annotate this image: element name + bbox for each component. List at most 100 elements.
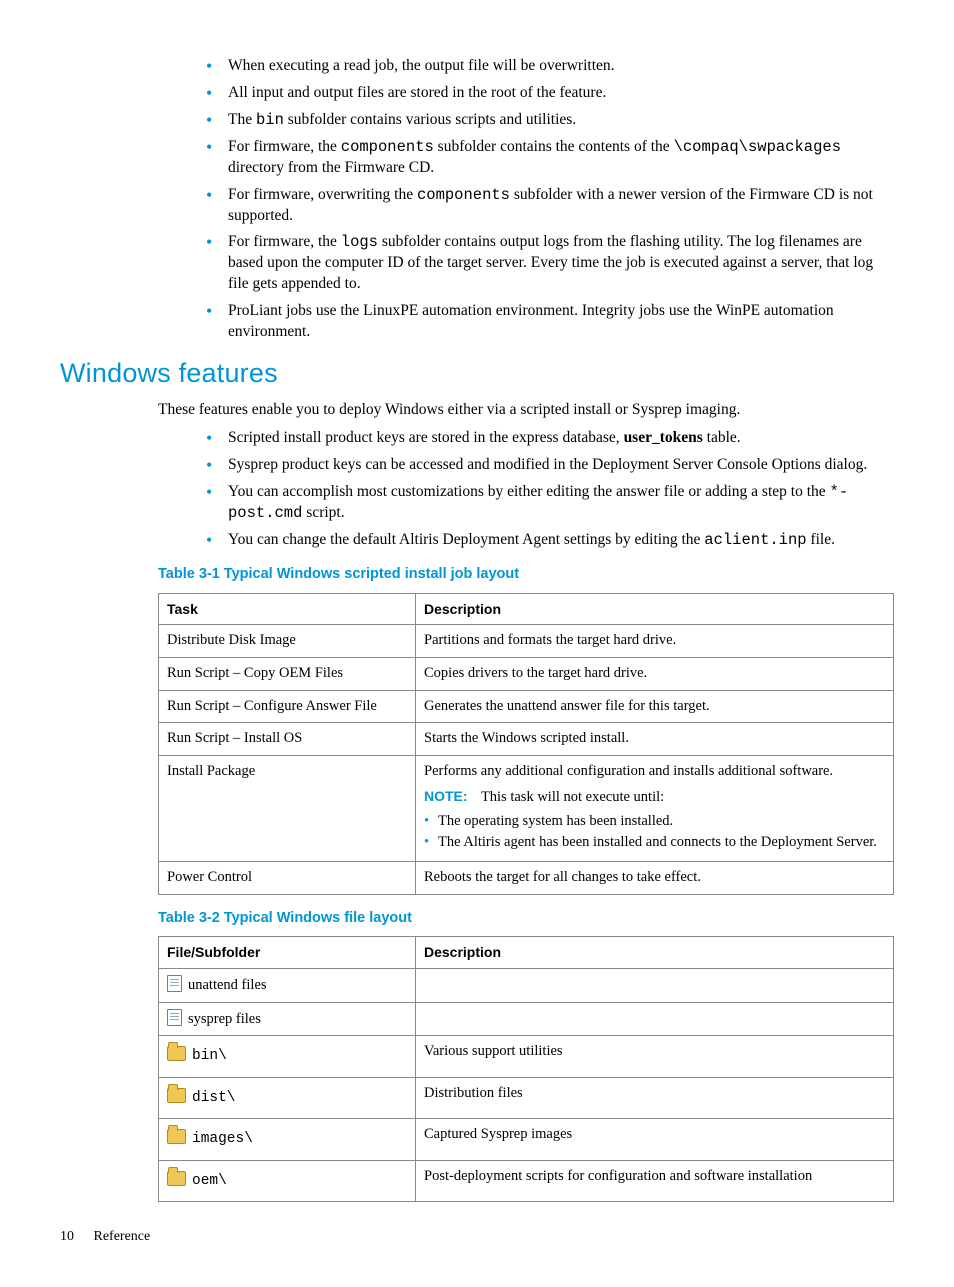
text-segment: aclient.inp	[704, 531, 806, 549]
text-segment: You can accomplish most customizations b…	[228, 483, 830, 500]
table-header: Description	[416, 593, 894, 625]
list-item: When executing a read job, the output fi…	[192, 56, 894, 77]
task-cell: Power Control	[159, 861, 416, 894]
text-segment: For firmware, overwriting the	[228, 186, 417, 203]
text-segment: bin	[256, 111, 284, 129]
list-item: All input and output files are stored in…	[192, 83, 894, 104]
task-cell: Distribute Disk Image	[159, 625, 416, 658]
table-header: File/Subfolder	[159, 937, 416, 969]
list-item: The bin subfolder contains various scrip…	[192, 110, 894, 131]
table-row: Power Control Reboots the target for all…	[159, 861, 894, 894]
table-row: Run Script – Configure Answer FileGenera…	[159, 690, 894, 723]
section-intro-paragraph: These features enable you to deploy Wind…	[158, 400, 894, 421]
page-footer: 10 Reference	[60, 1228, 894, 1247]
text-segment: components	[341, 138, 434, 156]
file-cell: images\	[159, 1119, 416, 1161]
text-segment: For firmware, the	[228, 138, 341, 155]
list-item: For firmware, the components subfolder c…	[192, 137, 894, 179]
folder-icon	[167, 1046, 186, 1061]
list-item: Sysprep product keys can be accessed and…	[192, 455, 894, 476]
section-bullet-list: Scripted install product keys are stored…	[158, 428, 894, 551]
text-segment: You can change the default Altiris Deplo…	[228, 531, 704, 548]
note-block: NOTE: This task will not execute until:	[424, 787, 885, 808]
task-cell: Install Package	[159, 755, 416, 861]
note-sublist: The operating system has been installed.…	[424, 812, 885, 853]
desc-cell: Partitions and formats the target hard d…	[416, 625, 894, 658]
table-row: unattend files	[159, 969, 894, 1003]
desc-cell: Starts the Windows scripted install.	[416, 723, 894, 756]
file-cell: unattend files	[159, 969, 416, 1003]
table-header: Description	[416, 937, 894, 969]
list-item: Scripted install product keys are stored…	[192, 428, 894, 449]
desc-cell: Various support utilities	[416, 1036, 894, 1078]
footer-section: Reference	[94, 1229, 151, 1244]
text-segment: directory from the Firmware CD.	[228, 159, 434, 176]
table-row: oem\ Post-deployment scripts for configur…	[159, 1160, 894, 1202]
task-cell: Run Script – Configure Answer File	[159, 690, 416, 723]
table-header-row: File/Subfolder Description	[159, 937, 894, 969]
task-cell: Run Script – Install OS	[159, 723, 416, 756]
file-cell: bin\	[159, 1036, 416, 1078]
text-segment: logs	[341, 233, 378, 251]
table-file-layout: File/Subfolder Description unattend file…	[158, 936, 894, 1202]
table-row: bin\ Various support utilities	[159, 1036, 894, 1078]
list-item: For firmware, overwriting the components…	[192, 185, 894, 227]
text-segment: script.	[302, 504, 344, 521]
file-name: bin\	[192, 1048, 227, 1064]
list-item: The Altiris agent has been installed and…	[424, 833, 885, 853]
file-name: oem\	[192, 1173, 227, 1189]
table-row: Distribute Disk ImagePartitions and form…	[159, 625, 894, 658]
task-cell: Run Script – Copy OEM Files	[159, 658, 416, 691]
note-label: NOTE:	[424, 788, 468, 804]
file-cell: sysprep files	[159, 1002, 416, 1036]
folder-icon	[167, 1088, 186, 1103]
text-segment: subfolder contains various scripts and u…	[284, 111, 576, 128]
text-segment: For firmware, the	[228, 233, 341, 250]
desc-cell: Performs any additional configuration an…	[416, 755, 894, 861]
desc-cell: Generates the unattend answer file for t…	[416, 690, 894, 723]
list-item: You can change the default Altiris Deplo…	[192, 530, 894, 551]
desc-cell: Distribution files	[416, 1077, 894, 1119]
desc-cell: Reboots the target for all changes to ta…	[416, 861, 894, 894]
table-row: Run Script – Install OSStarts the Window…	[159, 723, 894, 756]
text-segment: components	[417, 186, 510, 204]
table-row: Install Package Performs any additional …	[159, 755, 894, 861]
text-segment: The	[228, 111, 256, 128]
text-segment: table.	[703, 429, 741, 446]
file-name: unattend files	[188, 977, 267, 993]
table-scripted-install: Task Description Distribute Disk ImagePa…	[158, 593, 894, 895]
table-row: Run Script – Copy OEM FilesCopies driver…	[159, 658, 894, 691]
table-caption: Table 3-1 Typical Windows scripted insta…	[158, 565, 894, 585]
file-icon	[167, 1009, 182, 1026]
text-segment: Scripted install product keys are stored…	[228, 429, 624, 446]
list-item: You can accomplish most customizations b…	[192, 482, 894, 524]
intro-bullet-list: When executing a read job, the output fi…	[158, 56, 894, 343]
desc-cell	[416, 1002, 894, 1036]
table-row: sysprep files	[159, 1002, 894, 1036]
desc-text: Performs any additional configuration an…	[424, 762, 885, 782]
desc-cell: Captured Sysprep images	[416, 1119, 894, 1161]
text-segment: \compaq\swpackages	[674, 138, 841, 156]
file-name: sysprep files	[188, 1011, 261, 1027]
table-row: images\ Captured Sysprep images	[159, 1119, 894, 1161]
file-name: dist\	[192, 1090, 236, 1106]
text-segment: user_tokens	[624, 429, 703, 446]
folder-icon	[167, 1129, 186, 1144]
text-segment: file.	[807, 531, 835, 548]
table-caption: Table 3-2 Typical Windows file layout	[158, 909, 894, 929]
table-header-row: Task Description	[159, 593, 894, 625]
page-content: When executing a read job, the output fi…	[158, 56, 894, 1247]
file-icon	[167, 975, 182, 992]
desc-cell: Post-deployment scripts for configuratio…	[416, 1160, 894, 1202]
list-item: ProLiant jobs use the LinuxPE automation…	[192, 301, 894, 343]
file-cell: oem\	[159, 1160, 416, 1202]
table-header: Task	[159, 593, 416, 625]
folder-icon	[167, 1171, 186, 1186]
text-segment: subfolder contains the contents of the	[434, 138, 674, 155]
list-item: For firmware, the logs subfolder contain…	[192, 232, 894, 295]
list-item: The operating system has been installed.	[424, 812, 885, 832]
desc-cell	[416, 969, 894, 1003]
file-name: images\	[192, 1131, 253, 1147]
desc-cell: Copies drivers to the target hard drive.	[416, 658, 894, 691]
section-heading: Windows features	[60, 355, 894, 391]
